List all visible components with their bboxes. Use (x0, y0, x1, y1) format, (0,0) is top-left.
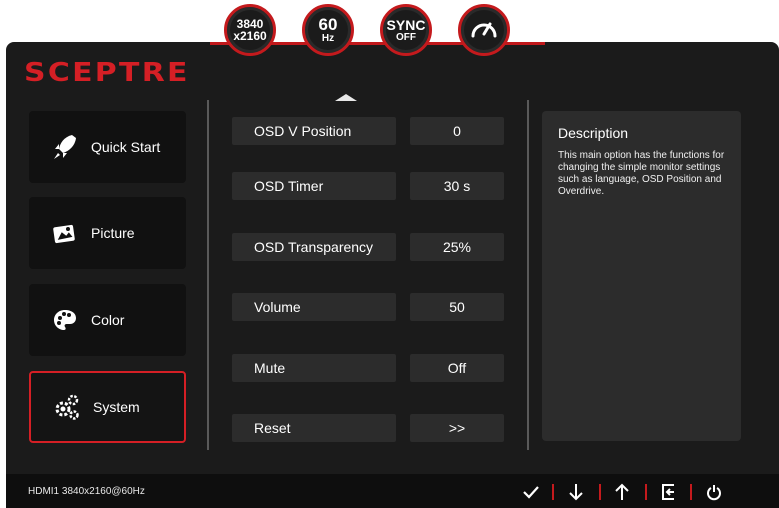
setting-value-reset[interactable]: >> (410, 414, 504, 442)
setting-label-reset[interactable]: Reset (232, 414, 396, 442)
sync-badge: SYNC OFF (380, 4, 432, 56)
setting-label-mute[interactable]: Mute (232, 354, 396, 382)
rocket-icon (51, 133, 79, 161)
power-icon (707, 485, 721, 501)
right-divider (527, 100, 529, 450)
sync-badge-label: SYNC (386, 16, 426, 33)
sceptre-logo: SCEPTRE (24, 58, 190, 88)
speedometer-badge (458, 4, 510, 56)
sidebar-item-label: Color (91, 312, 125, 328)
input-info: HDMI1 3840x2160@60Hz (28, 486, 145, 497)
exit-icon (662, 484, 674, 500)
sidebar-item-label: Quick Start (91, 139, 161, 155)
nav-separator (552, 484, 554, 500)
gears-icon (53, 393, 81, 421)
nav-separator (690, 484, 692, 500)
resolution-badge-line2: x2160 (233, 29, 267, 43)
refresh-rate-value: 60 (318, 15, 338, 34)
power-button[interactable] (696, 478, 732, 506)
sidebar-item-label: Picture (91, 225, 135, 241)
description-title: Description (558, 125, 629, 141)
setting-label-volume[interactable]: Volume (232, 293, 396, 321)
sync-badge-state: OFF (396, 31, 416, 43)
scroll-up-arrow-icon[interactable] (335, 94, 357, 101)
setting-value-osd-v-position[interactable]: 0 (410, 117, 504, 145)
confirm-button[interactable] (513, 478, 549, 506)
description-panel: Description This main option has the fun… (542, 111, 741, 441)
setting-value-osd-timer[interactable]: 30 s (410, 172, 504, 200)
arrow-down-icon (569, 484, 583, 501)
check-icon (523, 486, 539, 499)
nav-separator (645, 484, 647, 500)
exit-button[interactable] (650, 478, 686, 506)
description-text: This main option has the functions for c… (558, 150, 725, 197)
sidebar-item-label: System (93, 399, 140, 415)
nav-separator (599, 484, 601, 500)
setting-value-volume[interactable]: 50 (410, 293, 504, 321)
setting-label-osd-v-position[interactable]: OSD V Position (232, 117, 396, 145)
refresh-rate-unit: Hz (321, 33, 335, 44)
left-divider (207, 100, 209, 450)
down-button[interactable] (558, 478, 594, 506)
sidebar-item-system[interactable]: System (29, 371, 186, 443)
picture-icon (51, 219, 79, 247)
refresh-rate-badge: 60 Hz (302, 4, 354, 56)
up-button[interactable] (604, 478, 640, 506)
sidebar-item-color[interactable]: Color (29, 284, 186, 356)
speedometer-icon (471, 22, 497, 38)
sidebar-item-quick-start[interactable]: Quick Start (29, 111, 186, 183)
setting-value-mute[interactable]: Off (410, 354, 504, 382)
setting-value-osd-transparency[interactable]: 25% (410, 233, 504, 261)
setting-label-osd-timer[interactable]: OSD Timer (232, 172, 396, 200)
resolution-badge: 3840 x2160 (224, 4, 276, 56)
setting-label-osd-transparency[interactable]: OSD Transparency (232, 233, 396, 261)
arrow-up-icon (615, 483, 629, 500)
palette-icon (51, 306, 79, 334)
sidebar-item-picture[interactable]: Picture (29, 197, 186, 269)
